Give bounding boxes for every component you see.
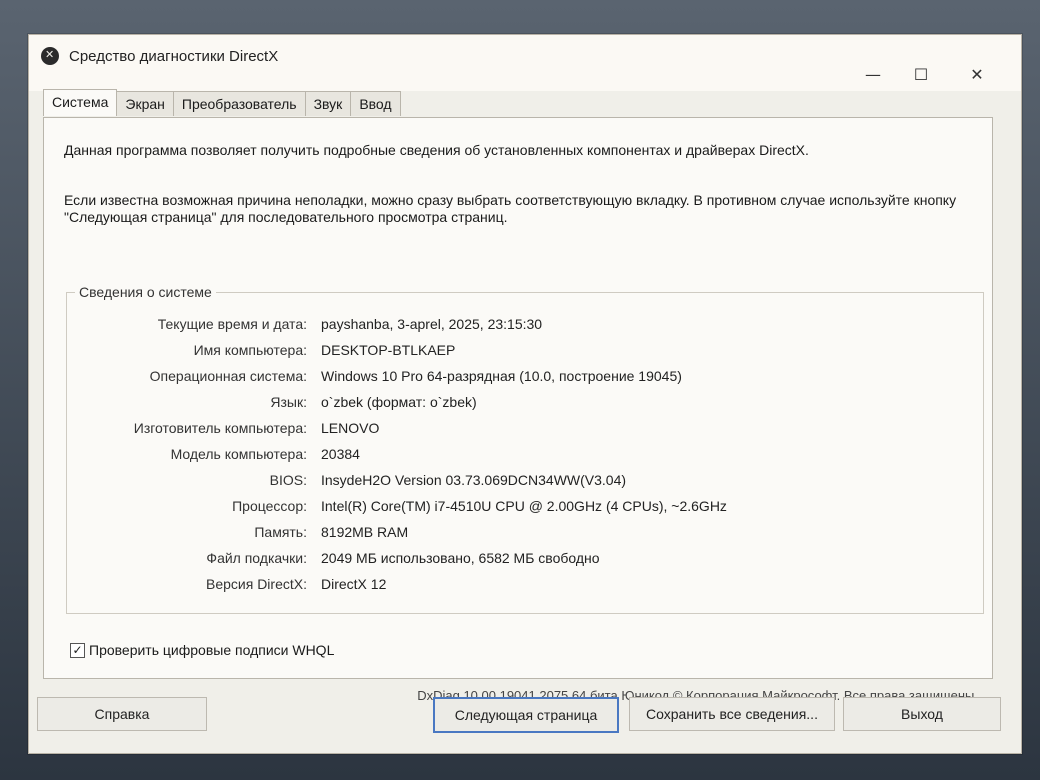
- info-value: DESKTOP-BTLKAEP: [321, 342, 456, 358]
- info-label: BIOS:: [269, 472, 307, 488]
- info-label: Процессор:: [232, 498, 307, 514]
- system-tab-panel: Данная программа позволяет получить подр…: [43, 117, 993, 703]
- info-value: 20384: [321, 446, 360, 462]
- info-label: Операционная система:: [149, 368, 307, 384]
- tab-sound[interactable]: Звук: [304, 91, 352, 116]
- info-label: Файл подкачки:: [206, 550, 307, 566]
- info-label: Версия DirectX:: [206, 576, 307, 592]
- info-value: payshanba, 3-aprel, 2025, 23:15:30: [321, 316, 543, 332]
- info-label: Текущие время и дата:: [157, 316, 307, 332]
- info-label: Память:: [254, 524, 307, 540]
- dxdiag-window: Средство диагностики DirectX — ☐ ✕ Систе…: [28, 34, 1022, 754]
- info-value: Intel(R) Core(TM) i7-4510U CPU @ 2.00GHz…: [321, 498, 727, 514]
- info-value: DirectX 12: [321, 576, 387, 592]
- tab-system[interactable]: Система: [43, 89, 118, 116]
- info-value: o`zbek (формат: o`zbek): [321, 394, 477, 410]
- window-title: Средство диагностики DirectX: [69, 48, 279, 65]
- next-page-button[interactable]: Следующая страница: [433, 697, 619, 733]
- help-button[interactable]: Справка: [37, 697, 207, 731]
- info-value: LENOVO: [321, 420, 380, 436]
- tab-render[interactable]: Преобразователь: [172, 91, 306, 116]
- info-label: Имя компьютера:: [193, 342, 307, 358]
- info-value: Windows 10 Pro 64-разрядная (10.0, постр…: [321, 368, 682, 384]
- tab-input[interactable]: Ввод: [350, 91, 401, 116]
- tab-display[interactable]: Экран: [116, 91, 174, 116]
- intro-text-1: Данная программа позволяет получить подр…: [64, 142, 809, 158]
- minimize-button[interactable]: —: [853, 63, 893, 87]
- info-label: Язык:: [270, 394, 307, 410]
- whql-checkbox[interactable]: ✓: [70, 642, 85, 658]
- save-all-button[interactable]: Сохранить все сведения...: [629, 697, 835, 731]
- info-label: Модель компьютера:: [170, 446, 307, 462]
- directx-app-icon: [41, 47, 59, 65]
- title-bar: Средство диагностики DirectX — ☐ ✕: [29, 35, 1021, 91]
- intro-text-2: Если известна возможная причина неполадк…: [64, 192, 957, 225]
- whql-check[interactable]: ✓ Проверить цифровые подписи WHQL: [70, 642, 334, 658]
- info-value: 2049 МБ использовано, 6582 МБ свободно: [321, 550, 600, 566]
- info-label: Изготовитель компьютера:: [133, 420, 307, 436]
- info-value: InsydeH2O Version 03.73.069DCN34WW(V3.04…: [321, 472, 627, 488]
- exit-button[interactable]: Выход: [843, 697, 1001, 731]
- close-button[interactable]: ✕: [957, 63, 997, 87]
- info-value: 8192MB RAM: [321, 524, 409, 540]
- tab-bar: Система Экран Преобразователь Звук Ввод: [43, 89, 401, 117]
- maximize-button[interactable]: ☐: [901, 63, 941, 87]
- whql-label[interactable]: Проверить цифровые подписи WHQL: [89, 642, 334, 658]
- system-info-title: Сведения о системе: [75, 284, 216, 300]
- system-info-group: Сведения о системе Текущие время и дата:…: [66, 284, 984, 614]
